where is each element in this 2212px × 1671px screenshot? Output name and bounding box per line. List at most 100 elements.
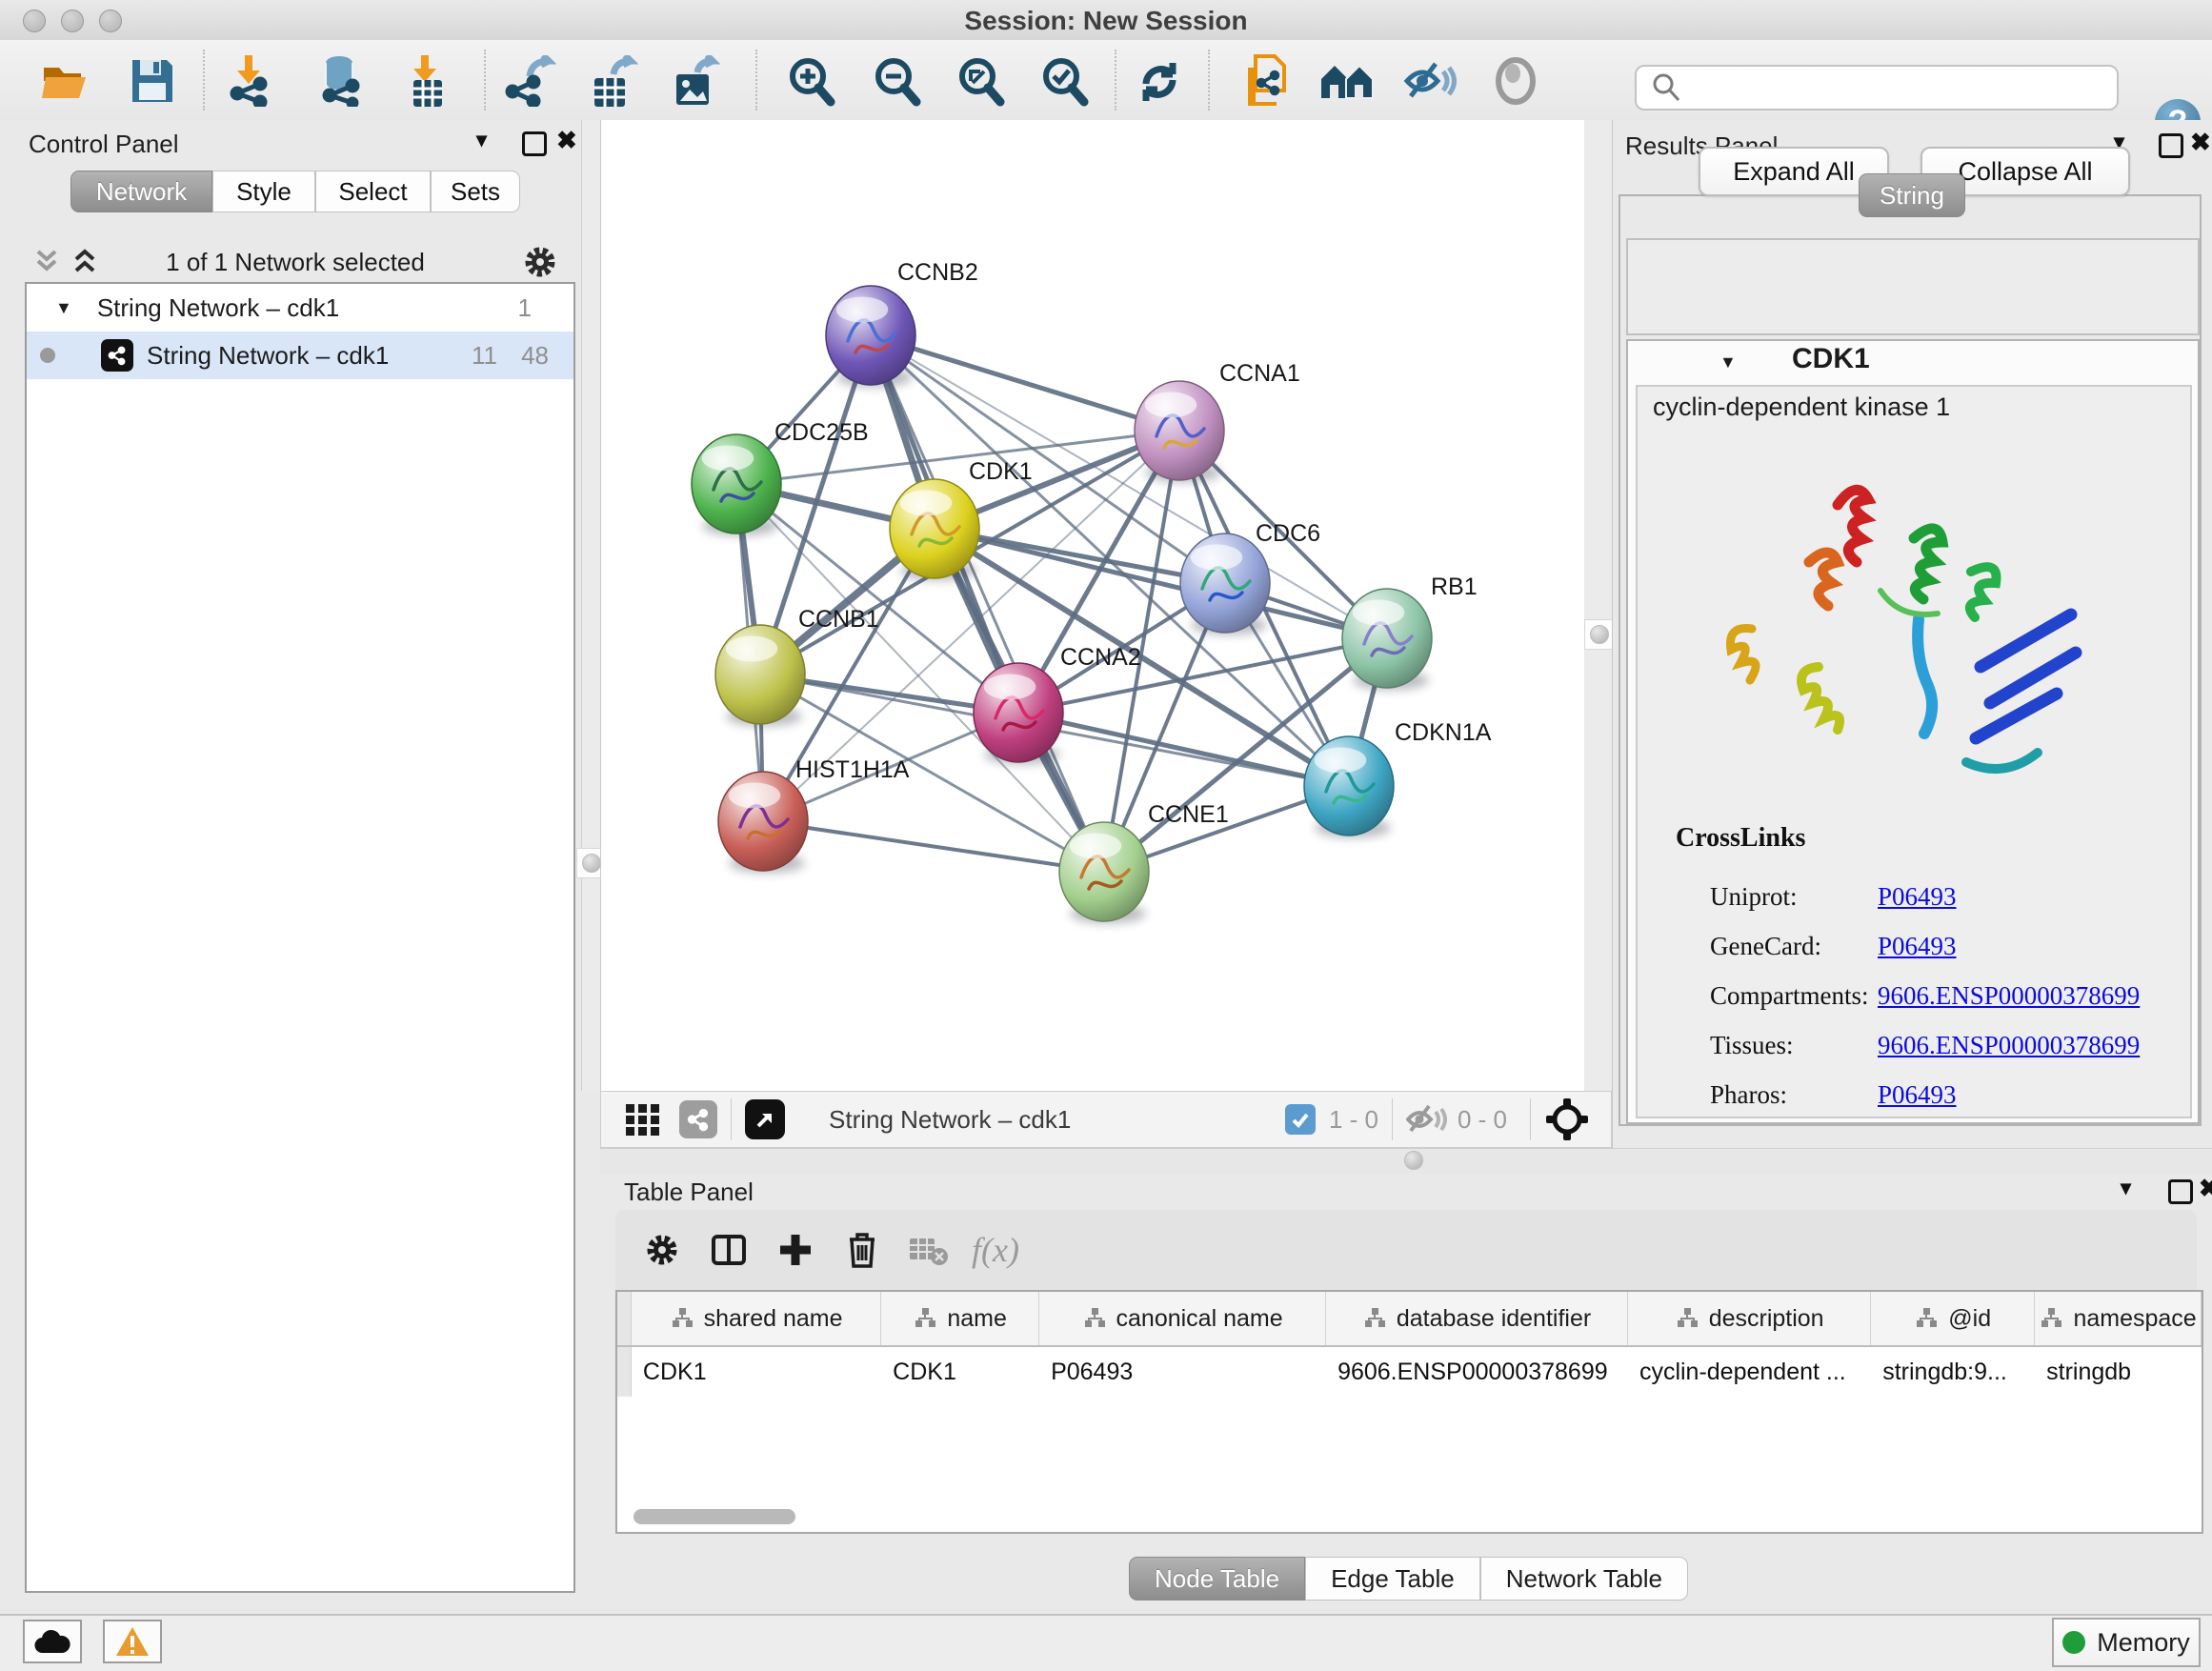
zoom-selected-button[interactable] xyxy=(1036,53,1092,109)
control-panel-close-button[interactable]: ✖ xyxy=(556,126,577,155)
hide-selected-button[interactable] xyxy=(1402,53,1458,109)
network-node-cdkn1a[interactable] xyxy=(1304,736,1394,837)
tab-sets[interactable]: Sets xyxy=(431,171,520,212)
show-columns-button[interactable] xyxy=(695,1231,762,1269)
create-column-button[interactable] xyxy=(762,1231,829,1269)
network-node-hist1h1a[interactable] xyxy=(718,772,808,873)
column-header-canonical-name[interactable]: canonical name xyxy=(1039,1292,1326,1345)
tree-expand-caret[interactable]: ▼ xyxy=(55,298,72,318)
column-header-namespace[interactable]: namespace xyxy=(2035,1292,2202,1345)
cloud-status-button[interactable] xyxy=(23,1620,82,1663)
tab-network-table[interactable]: Network Table xyxy=(1480,1557,1688,1601)
right-splitter[interactable] xyxy=(1583,120,1614,1091)
crosslink-value-link[interactable]: 9606.ENSP00000378699 xyxy=(1878,981,2140,1010)
results-panel-float-button[interactable] xyxy=(2159,133,2183,158)
import-network-icon xyxy=(226,55,273,107)
warning-status-button[interactable] xyxy=(103,1620,162,1663)
network-edge[interactable] xyxy=(871,335,1179,431)
column-header-description[interactable]: description xyxy=(1628,1292,1871,1345)
horizontal-scrollbar-thumb[interactable] xyxy=(633,1509,795,1524)
birdseye-view-icon[interactable] xyxy=(745,1099,785,1139)
control-panel-menu-caret[interactable]: ▾ xyxy=(476,128,487,152)
toolbar-separator xyxy=(1115,50,1116,111)
crosslink-value-link[interactable]: 9606.ENSP00000378699 xyxy=(1878,1031,2140,1059)
function-builder-button[interactable]: f(x) xyxy=(962,1230,1029,1270)
import-table-button[interactable] xyxy=(400,53,455,109)
crosslink-label: Uniprot: xyxy=(1710,882,1798,911)
cell-name: CDK1 xyxy=(881,1347,1039,1397)
import-network-button[interactable] xyxy=(222,53,277,109)
network-node-cdc6[interactable] xyxy=(1180,534,1270,634)
open-session-button[interactable] xyxy=(37,53,92,109)
horizontal-splitter[interactable] xyxy=(600,1148,2212,1176)
network-node-rb1[interactable] xyxy=(1342,589,1432,690)
node-label-hist1h1a: HIST1H1A xyxy=(795,756,910,783)
fit-content-crosshair-icon[interactable] xyxy=(1544,1097,1590,1142)
tab-edge-table[interactable]: Edge Table xyxy=(1305,1557,1480,1601)
column-header-database-identifier[interactable]: database identifier xyxy=(1326,1292,1628,1345)
memory-button[interactable]: Memory xyxy=(2052,1618,2201,1667)
gear-icon[interactable] xyxy=(522,244,558,280)
export-image-button[interactable] xyxy=(669,53,724,109)
grid-view-icon[interactable] xyxy=(622,1098,664,1140)
tab-node-table[interactable]: Node Table xyxy=(1129,1557,1305,1601)
column-header-name[interactable]: name xyxy=(881,1292,1039,1345)
network-node-ccnb1[interactable] xyxy=(715,625,805,726)
right-splitter-handle[interactable] xyxy=(1584,619,1615,650)
delete-table-button[interactable] xyxy=(895,1233,962,1267)
search-input[interactable] xyxy=(1692,72,2105,104)
window-title: Session: New Session xyxy=(0,6,2212,36)
network-node-ccna1[interactable] xyxy=(1135,381,1224,482)
zoom-out-button[interactable] xyxy=(869,53,924,109)
network-row-selected[interactable]: String Network – cdk1 11 48 xyxy=(27,332,573,379)
clone-network-button[interactable] xyxy=(1238,53,1294,109)
show-hidden-button[interactable] xyxy=(1488,53,1543,109)
zoom-in-button[interactable] xyxy=(783,53,838,109)
column-header-shared-name[interactable]: shared name xyxy=(632,1292,881,1345)
network-edge[interactable] xyxy=(1018,713,1349,786)
network-node-cdc25b[interactable] xyxy=(692,434,781,535)
table-panel-close-button[interactable]: ✖ xyxy=(2199,1174,2212,1203)
tab-string[interactable]: String xyxy=(1859,173,1965,217)
export-image-icon xyxy=(673,55,720,107)
network-collection-row[interactable]: ▼ String Network – cdk1 1 xyxy=(27,284,573,332)
apply-layout-button[interactable] xyxy=(1132,53,1187,109)
save-session-button[interactable] xyxy=(125,53,180,109)
crosslink-value-link[interactable]: P06493 xyxy=(1878,932,1957,960)
crosslink-value-link[interactable]: P06493 xyxy=(1878,882,1957,911)
control-panel-float-button[interactable] xyxy=(522,131,547,156)
collapse-all-icon[interactable] xyxy=(32,248,61,276)
results-panel-close-button[interactable]: ✖ xyxy=(2190,128,2211,157)
warning-icon xyxy=(114,1625,151,1658)
table-panel-float-button[interactable] xyxy=(2168,1179,2193,1204)
selected-nodes-checkbox[interactable] xyxy=(1285,1104,1316,1135)
tab-select[interactable]: Select xyxy=(315,171,431,212)
network-svg[interactable]: CCNB2CCNA1CDC25BCDK1CDC6RB1CCNB1CCNA2CDK… xyxy=(601,120,1584,1091)
left-splitter[interactable] xyxy=(581,120,602,1091)
status-bar: Memory xyxy=(0,1614,2212,1671)
delete-column-button[interactable] xyxy=(829,1230,895,1270)
network-node-cdk1[interactable] xyxy=(890,479,979,580)
export-table-button[interactable] xyxy=(587,53,642,109)
entry-collapse-caret[interactable]: ▼ xyxy=(1719,352,1737,372)
tab-network[interactable]: Network xyxy=(70,171,212,212)
toolbar-separator xyxy=(203,50,205,111)
column-header--id[interactable]: @id xyxy=(1871,1292,2035,1345)
table-panel-menu-caret[interactable]: ▾ xyxy=(2121,1176,2131,1200)
tab-style[interactable]: Style xyxy=(212,171,315,212)
network-canvas[interactable]: CCNB2CCNA1CDC25BCDK1CDC6RB1CCNB1CCNA2CDK… xyxy=(600,120,1584,1091)
table-settings-button[interactable] xyxy=(629,1231,695,1269)
node-table[interactable]: shared namenamecanonical namedatabase id… xyxy=(615,1290,2203,1534)
network-edge[interactable] xyxy=(763,821,1104,872)
network-node-ccne1[interactable] xyxy=(1059,822,1149,923)
horizontal-splitter-handle[interactable] xyxy=(1397,1147,1431,1174)
export-network-button[interactable] xyxy=(503,53,558,109)
table-row[interactable]: CDK1CDK1P064939606.ENSP00000378699cyclin… xyxy=(617,1347,2202,1397)
import-network-from-database-button[interactable] xyxy=(312,53,368,109)
network-view-icon[interactable] xyxy=(679,1100,717,1138)
crosslink-value-link[interactable]: P06493 xyxy=(1878,1080,1957,1109)
expand-all-icon[interactable] xyxy=(70,248,99,276)
show-all-networks-button[interactable] xyxy=(1319,53,1375,109)
zoom-fit-button[interactable] xyxy=(953,53,1008,109)
open-folder-icon xyxy=(40,58,90,104)
